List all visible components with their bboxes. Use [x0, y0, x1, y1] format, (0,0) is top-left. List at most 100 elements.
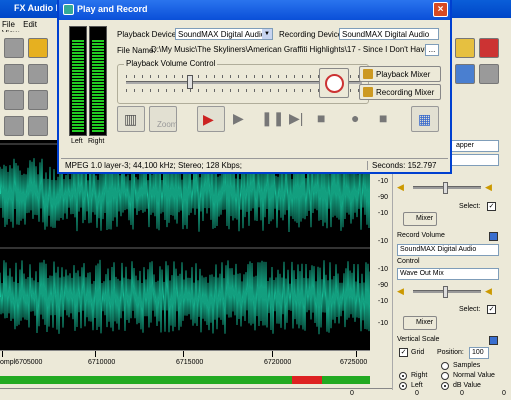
- file-name-field[interactable]: D:\My Music\The Skyliners\American Graff…: [149, 44, 425, 56]
- speaker-high-icon: ◀: [485, 286, 492, 296]
- volume-group-label: Playback Volume Control: [124, 59, 218, 68]
- vertical-scale-title: Vertical Scale: [397, 336, 440, 343]
- play-icon: ▶: [233, 110, 244, 126]
- right-toolbar: [455, 32, 511, 142]
- step-forward-button[interactable]: ▶|: [283, 106, 311, 132]
- speaker-low-icon: ◀: [397, 286, 404, 296]
- transport-controls: ▥ Zoom ▶ ▶ ❚❚ ▶| ■ ● ■ ▦: [117, 106, 442, 132]
- right-radio[interactable]: [399, 372, 407, 380]
- ruler-tick: [183, 351, 184, 357]
- undo-icon[interactable]: [4, 90, 24, 110]
- help-icon[interactable]: [455, 38, 475, 58]
- recording-mixer-button[interactable]: Recording Mixer: [359, 84, 441, 100]
- status-value: 0: [460, 390, 464, 397]
- volume-slider-thumb[interactable]: [187, 75, 194, 89]
- time-ruler: ompl6705000 6710000 6715000 6720000 6725…: [0, 350, 370, 376]
- exit-icon[interactable]: [479, 38, 499, 58]
- waveform-channel: [0, 259, 370, 335]
- mixer-button[interactable]: Mixer: [403, 316, 437, 330]
- stop-record-button[interactable]: ■: [373, 106, 401, 132]
- db-value-label: dB Value: [453, 382, 481, 389]
- record-volume-slider[interactable]: [413, 286, 481, 298]
- mixer-button[interactable]: Mixer: [403, 212, 437, 226]
- menu-edit[interactable]: Edit: [23, 20, 37, 29]
- slider-thumb[interactable]: [443, 182, 448, 194]
- zoom-label: Zoom: [157, 120, 178, 129]
- db-label: -10: [377, 178, 388, 185]
- left-label: Left: [411, 382, 423, 389]
- stop-button[interactable]: ■: [311, 106, 339, 132]
- zoom-button[interactable]: Zoom: [149, 106, 177, 132]
- calendar-button[interactable]: ▦: [411, 106, 439, 132]
- recording-device-select[interactable]: SoundMAX Digital Audio: [339, 28, 439, 40]
- playback-position-strip[interactable]: [0, 376, 370, 384]
- effect-icon[interactable]: [28, 116, 48, 136]
- time-label: ompl6705000: [0, 359, 43, 366]
- playback-mixer-button[interactable]: Playback Mixer: [359, 66, 441, 82]
- status-value: 0: [502, 390, 506, 397]
- browse-button[interactable]: ...: [425, 44, 439, 56]
- open-folder-icon[interactable]: [28, 38, 48, 58]
- samples-radio[interactable]: [441, 362, 449, 370]
- equalizer-icon[interactable]: [4, 116, 24, 136]
- record-volume-title: Record Volume: [397, 232, 445, 239]
- slider-thumb[interactable]: [443, 286, 448, 298]
- search-icon[interactable]: [455, 64, 475, 84]
- ruler-tick: [95, 351, 96, 357]
- vu-left-label: Left: [71, 138, 83, 145]
- mixer-icon: [363, 87, 373, 97]
- normal-value-radio[interactable]: [441, 372, 449, 380]
- ruler-tick: [2, 351, 3, 357]
- normal-value-label: Normal Value: [453, 372, 495, 379]
- record-device-field[interactable]: SoundMAX Digital Audio: [397, 244, 499, 256]
- seconds-status: Seconds: 152.797: [367, 161, 437, 170]
- play-button[interactable]: ▶: [227, 106, 255, 132]
- control-label: Control: [397, 258, 420, 265]
- position-input[interactable]: 100: [469, 347, 489, 359]
- copy-icon[interactable]: [4, 64, 24, 84]
- playback-device-label: Playback Device:: [117, 30, 179, 39]
- equalizer-icon: ▥: [124, 111, 138, 127]
- select-checkbox[interactable]: ✓: [487, 202, 496, 211]
- settings-icon[interactable]: [479, 64, 499, 84]
- pause-button[interactable]: ❚❚: [255, 106, 284, 132]
- record-icon: ●: [351, 110, 360, 126]
- db-value-radio[interactable]: [441, 382, 449, 390]
- record-play-button[interactable]: ▶: [197, 106, 225, 132]
- vu-meter-left: [69, 26, 87, 136]
- menu-file[interactable]: File: [2, 20, 15, 29]
- select-label: Select:: [459, 306, 481, 313]
- dialog-status-bar: MPEG 1.0 layer-3; 44,100 kHz; Stereo; 12…: [61, 158, 448, 171]
- close-icon[interactable]: ×: [433, 2, 448, 17]
- collapse-icon[interactable]: [489, 232, 498, 241]
- chevron-down-icon[interactable]: ▼: [262, 29, 272, 39]
- paste-icon[interactable]: [28, 64, 48, 84]
- dialog-title: Play and Record: [77, 4, 148, 14]
- playback-device-select[interactable]: SoundMAX Digital Audio ▼: [175, 28, 273, 40]
- grid-checkbox[interactable]: ✓: [399, 348, 408, 357]
- left-radio[interactable]: [399, 382, 407, 390]
- time-label: 6725000: [340, 359, 368, 366]
- schedule-clock-icon[interactable]: [319, 68, 349, 98]
- stop-icon: ■: [379, 110, 388, 126]
- select-label: Select:: [459, 203, 481, 210]
- stop-icon: ■: [317, 110, 326, 126]
- app-title: FX Audio E: [14, 3, 62, 13]
- mute-icon[interactable]: [28, 90, 48, 110]
- db-label: -10: [377, 320, 388, 327]
- record-button[interactable]: ●: [345, 106, 373, 132]
- play-record-dialog: Play and Record × Left Right Playback De…: [57, 0, 452, 174]
- samples-label: Samples: [453, 362, 481, 369]
- new-file-icon[interactable]: [4, 38, 24, 58]
- equalizer-button[interactable]: ▥: [117, 106, 145, 132]
- dialog-titlebar[interactable]: Play and Record ×: [59, 0, 450, 20]
- collapse-icon[interactable]: [489, 336, 498, 345]
- volume-slider[interactable]: [413, 182, 481, 194]
- db-label: -10: [377, 266, 388, 273]
- control-field[interactable]: Wave Out Mix: [397, 268, 499, 280]
- grid-label: Grid: [411, 349, 425, 356]
- step-forward-icon: ▶|: [289, 110, 304, 126]
- db-label: -10: [377, 298, 388, 305]
- select-checkbox[interactable]: ✓: [487, 305, 496, 314]
- time-label: 6710000: [88, 359, 116, 366]
